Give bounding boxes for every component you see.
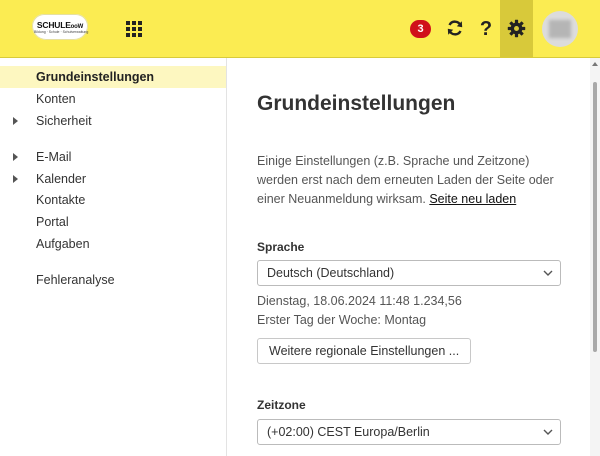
sidebar-item-aufgaben[interactable]: Aufgaben	[0, 233, 226, 255]
reload-notice: Einige Einstellungen (z.B. Sprache und Z…	[257, 152, 567, 209]
scroll-up-arrow-icon[interactable]	[592, 62, 598, 66]
sidebar-item-kontakte[interactable]: Kontakte	[0, 189, 226, 211]
first-day-of-week: Erster Tag der Woche: Montag	[257, 313, 427, 327]
chevron-down-icon	[543, 429, 553, 435]
user-avatar[interactable]	[542, 11, 578, 47]
vertical-scrollbar[interactable]	[590, 58, 600, 456]
scrollbar-thumb[interactable]	[593, 82, 597, 352]
reload-page-link[interactable]: Seite neu laden	[429, 192, 516, 206]
chevron-down-icon	[543, 270, 553, 276]
sidebar-item-kalender[interactable]: Kalender	[0, 168, 226, 190]
language-select-value: Deutsch (Deutschland)	[267, 266, 395, 280]
settings-sidebar: Grundeinstellungen Konten Sicherheit E-M…	[0, 58, 227, 456]
sidebar-item-grundeinstellungen[interactable]: Grundeinstellungen	[0, 66, 226, 88]
app-launcher-grid-icon[interactable]	[124, 19, 144, 39]
page-title: Grundeinstellungen	[257, 92, 456, 115]
help-icon[interactable]: ?	[475, 16, 497, 42]
notification-badge[interactable]: 3	[410, 20, 431, 38]
settings-button[interactable]	[500, 0, 533, 58]
timezone-label: Zeitzone	[257, 398, 306, 412]
sidebar-item-konten[interactable]: Konten	[0, 88, 226, 110]
school-logo[interactable]: SCHULEooW Bildung · Schule · Schulverwal…	[32, 14, 88, 40]
timezone-select-value: (+02:00) CEST Europa/Berlin	[267, 425, 430, 439]
sidebar-item-fehleranalyse[interactable]: Fehleranalyse	[0, 269, 226, 291]
expand-caret-icon[interactable]	[13, 117, 18, 125]
gear-icon	[507, 19, 526, 38]
refresh-icon[interactable]	[441, 14, 469, 44]
settings-content: Grundeinstellungen Einige Einstellungen …	[228, 58, 590, 456]
top-bar: SCHULEooW Bildung · Schule · Schulverwal…	[0, 0, 600, 58]
sidebar-item-portal[interactable]: Portal	[0, 211, 226, 233]
sidebar-item-email[interactable]: E-Mail	[0, 146, 226, 168]
timezone-select[interactable]: (+02:00) CEST Europa/Berlin	[257, 419, 561, 445]
more-regional-settings-button[interactable]: Weitere regionale Einstellungen ...	[257, 338, 472, 364]
expand-caret-icon[interactable]	[13, 175, 18, 183]
logo-subtitle: Bildung · Schule · Schulverwaltung	[34, 30, 89, 34]
language-select[interactable]: Deutsch (Deutschland)	[257, 260, 561, 286]
sidebar-item-sicherheit[interactable]: Sicherheit	[0, 110, 226, 132]
expand-caret-icon[interactable]	[13, 153, 18, 161]
date-format-preview: Dienstag, 18.06.2024 11:48 1.234,56	[257, 294, 462, 308]
language-label: Sprache	[257, 240, 305, 254]
logo-text: SCHULE	[36, 20, 71, 30]
